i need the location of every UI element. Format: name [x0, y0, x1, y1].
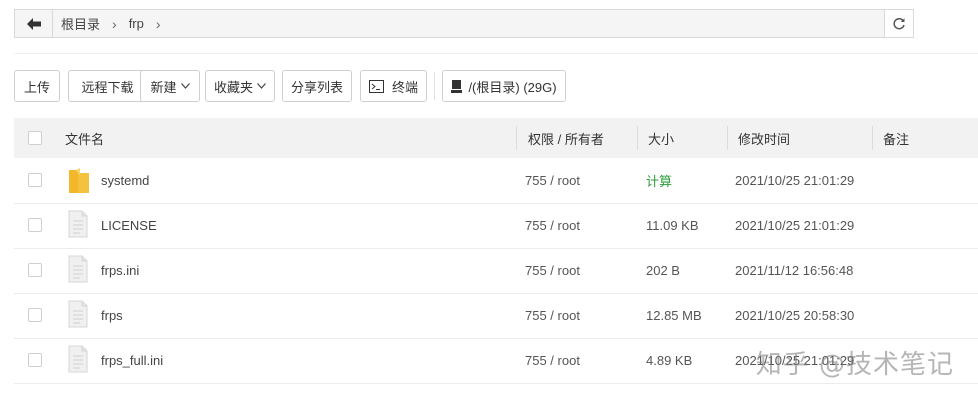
file-icon: [68, 255, 88, 283]
header-note[interactable]: 备注: [883, 118, 909, 158]
file-permission[interactable]: 755 / root: [525, 338, 580, 383]
file-modified: 2021/10/25 20:58:30: [735, 308, 855, 323]
terminal-button[interactable]: 终端: [360, 70, 427, 102]
column-divider: [637, 126, 638, 150]
chevron-right-icon: ›: [112, 15, 117, 32]
file-icon: [68, 300, 88, 328]
folder-icon: [69, 168, 89, 193]
column-divider: [516, 126, 517, 150]
disk-button[interactable]: /(根目录) (29G): [442, 70, 566, 102]
arrow-left-icon: [26, 17, 41, 30]
watermark: 知乎 @技术笔记: [755, 350, 954, 380]
chevron-down-icon: [257, 83, 266, 89]
row-checkbox[interactable]: [28, 218, 42, 232]
terminal-label: 终端: [391, 79, 418, 95]
path-bar: 根目录 › frp ›: [14, 9, 914, 38]
file-permission[interactable]: 755 / root: [525, 293, 580, 338]
new-dropdown-button[interactable]: 新建: [140, 70, 200, 102]
file-icon: [68, 210, 88, 238]
share-list-label: 分享列表: [290, 79, 343, 95]
favorites-label: 收藏夹: [213, 79, 253, 95]
file-size: 202 B: [646, 263, 680, 278]
breadcrumb-root[interactable]: 根目录: [59, 14, 102, 33]
row-checkbox[interactable]: [28, 263, 42, 277]
calculate-size-link[interactable]: 计算: [646, 158, 672, 203]
file-size: 12.85 MB: [646, 308, 702, 323]
select-all-checkbox[interactable]: [28, 131, 42, 145]
remote-download-button[interactable]: 远程下载: [68, 70, 147, 102]
file-name[interactable]: frps_full.ini: [101, 338, 163, 383]
file-modified: 2021/10/25 21:01:29: [735, 173, 855, 188]
table-row[interactable]: frps 755 / root 12.85 MB 2021/10/25 20:5…: [14, 293, 978, 339]
refresh-icon: [893, 17, 905, 29]
file-permission[interactable]: 755 / root: [525, 158, 580, 203]
file-permission[interactable]: 755 / root: [525, 248, 580, 293]
file-name[interactable]: frps.ini: [101, 248, 139, 293]
file-icon: [68, 345, 88, 373]
favorites-dropdown-button[interactable]: 收藏夹: [205, 70, 275, 102]
file-size: 4.89 KB: [646, 353, 693, 368]
column-divider: [872, 126, 873, 150]
disk-icon: [451, 79, 463, 93]
table-header: 文件名 权限 / 所有者 大小 修改时间 备注: [14, 118, 978, 158]
row-checkbox[interactable]: [28, 173, 42, 187]
back-button[interactable]: [15, 10, 53, 37]
chevron-down-icon: [180, 83, 190, 89]
file-name[interactable]: frps: [101, 293, 123, 338]
breadcrumb: 根目录 › frp ›: [59, 10, 165, 37]
disk-label: /(根目录) (29G): [468, 79, 557, 95]
terminal-icon: [368, 79, 384, 93]
table-row[interactable]: frps.ini 755 / root 202 B 2021/11/12 16:…: [14, 248, 978, 294]
file-size: 11.09 KB: [646, 218, 699, 233]
column-divider: [727, 126, 728, 150]
divider: [14, 53, 978, 54]
breadcrumb-frp[interactable]: frp: [127, 16, 146, 31]
remote-download-label: 远程下载: [81, 79, 134, 95]
header-permission[interactable]: 权限 / 所有者: [528, 118, 604, 158]
refresh-button[interactable]: [884, 10, 913, 37]
row-checkbox[interactable]: [28, 353, 42, 367]
file-modified: 2021/10/25 21:01:29: [735, 218, 855, 233]
file-name[interactable]: LICENSE: [101, 203, 157, 248]
header-size[interactable]: 大小: [648, 118, 674, 158]
new-label: 新建: [150, 79, 177, 95]
table-row[interactable]: LICENSE 755 / root 11.09 KB 2021/10/25 2…: [14, 203, 978, 249]
share-list-button[interactable]: 分享列表: [282, 70, 352, 102]
header-modified[interactable]: 修改时间: [738, 118, 790, 158]
file-permission[interactable]: 755 / root: [525, 203, 580, 248]
table-row[interactable]: systemd 755 / root 计算 2021/10/25 21:01:2…: [14, 158, 978, 204]
upload-label: 上传: [23, 79, 50, 95]
file-name[interactable]: systemd: [101, 158, 149, 203]
chevron-right-icon: ›: [155, 15, 161, 32]
row-checkbox[interactable]: [28, 308, 42, 322]
toolbar-divider: [434, 72, 435, 100]
file-modified: 2021/11/12 16:56:48: [735, 263, 854, 278]
upload-button[interactable]: 上传: [14, 70, 60, 102]
header-filename[interactable]: 文件名: [65, 118, 104, 158]
